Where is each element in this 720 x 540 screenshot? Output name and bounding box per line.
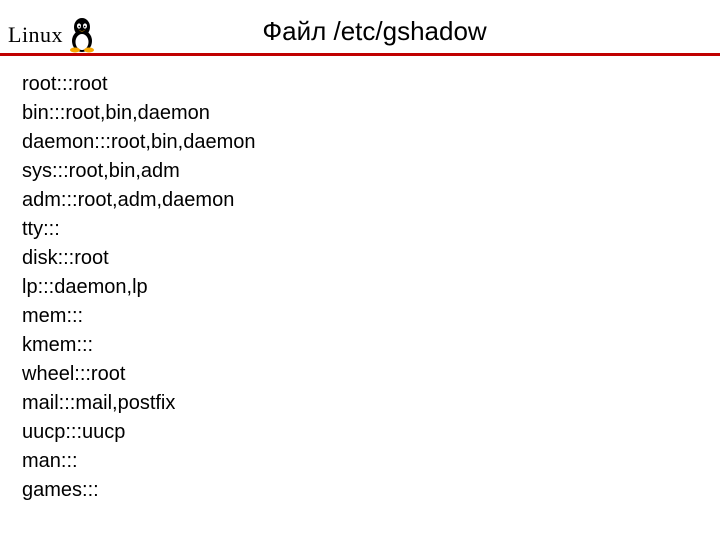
file-line: mem::: <box>22 302 698 331</box>
file-line: mail:::mail,postfix <box>22 389 698 418</box>
file-content: root:::root bin:::root,bin,daemon daemon… <box>0 56 720 519</box>
file-line: bin:::root,bin,daemon <box>22 99 698 128</box>
file-line: lp:::daemon,lp <box>22 273 698 302</box>
file-line: kmem::: <box>22 331 698 360</box>
page-title: Файл /etc/gshadow <box>97 16 712 53</box>
file-line: daemon:::root,bin,daemon <box>22 128 698 157</box>
logo-block: Linux <box>8 17 97 53</box>
file-line: games::: <box>22 476 698 505</box>
file-line: sys:::root,bin,adm <box>22 157 698 186</box>
tux-icon <box>67 17 97 53</box>
file-line: tty::: <box>22 215 698 244</box>
logo-text: Linux <box>8 22 63 48</box>
file-line: root:::root <box>22 70 698 99</box>
file-line: man::: <box>22 447 698 476</box>
header-bar: Linux Файл /etc/gshadow <box>0 0 720 56</box>
file-line: adm:::root,adm,daemon <box>22 186 698 215</box>
file-line: disk:::root <box>22 244 698 273</box>
file-line: uucp:::uucp <box>22 418 698 447</box>
file-line: wheel:::root <box>22 360 698 389</box>
